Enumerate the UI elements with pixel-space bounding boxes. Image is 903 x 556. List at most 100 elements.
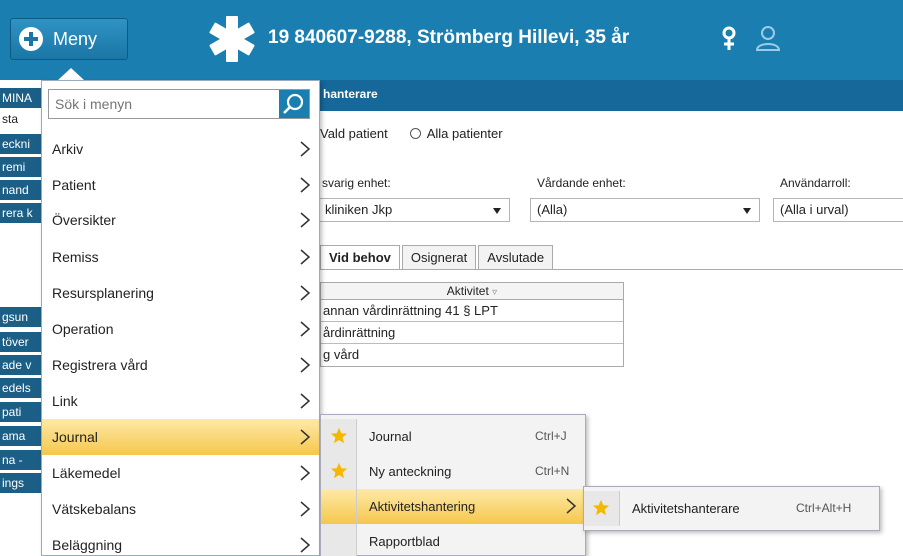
table-row[interactable]: g vård <box>321 344 623 366</box>
chevron-right-icon <box>300 357 311 373</box>
menu-item-lakemedel[interactable]: Läkemedel <box>42 455 319 491</box>
left-nav-item[interactable]: remi <box>0 157 42 177</box>
star-icon <box>330 427 348 444</box>
submenu-label: Journal <box>369 429 412 444</box>
chevron-right-icon <box>300 212 311 228</box>
activity-grid: Aktivitet ▿ annan vårdinrättning 41 § LP… <box>320 282 624 367</box>
menu-item-registrera-vard[interactable]: Registrera vård <box>42 347 319 383</box>
anvandarroll-value: (Alla i urval) <box>780 202 849 217</box>
left-nav-item[interactable]: ade v <box>0 355 42 375</box>
radio-vald-patient[interactable]: Vald patient <box>320 126 388 141</box>
left-nav-item[interactable]: nand <box>0 180 42 200</box>
radio-vald-patient-label: Vald patient <box>320 126 388 141</box>
vardande-enhet-value: (Alla) <box>537 202 568 217</box>
anvandarroll-select[interactable]: (Alla i urval) <box>773 198 903 222</box>
shortcut-label: Ctrl+Alt+H <box>796 501 852 515</box>
shortcut-label: Ctrl+N <box>535 464 570 478</box>
radio-circle <box>409 128 421 139</box>
left-nav-strip: MINA sta eckni remi nand rera k gsun töv… <box>0 80 42 556</box>
menu-button[interactable]: Meny <box>10 18 128 60</box>
menu-item-label: Översikter <box>52 212 116 228</box>
main-menu-dropdown: Arkiv Patient Översikter Remiss Resurspl… <box>41 80 320 556</box>
female-icon[interactable] <box>721 26 737 52</box>
left-nav-item[interactable]: pati <box>0 402 42 422</box>
left-nav-item[interactable]: sta <box>0 109 42 129</box>
menu-item-label: Patient <box>52 177 96 193</box>
menu-item-oversikter[interactable]: Översikter <box>42 202 319 238</box>
sort-icon: ▿ <box>492 287 498 298</box>
submenu-item-rapportblad[interactable]: Rapportblad <box>321 524 585 556</box>
menu-item-operation[interactable]: Operation <box>42 311 319 347</box>
submenu-label: Rapportblad <box>369 534 440 549</box>
left-nav-item[interactable]: rera k <box>0 203 42 223</box>
activity-tabs: Vid behov Osignerat Avslutade <box>320 245 555 269</box>
icon-column <box>321 454 357 489</box>
menu-item-label: Beläggning <box>52 537 123 553</box>
ansvarig-enhet-label: svarig enhet: <box>322 176 391 190</box>
icon-column <box>321 524 357 556</box>
menu-item-vatskebalans[interactable]: Vätskebalans <box>42 491 319 527</box>
vardande-enhet-select[interactable]: (Alla) <box>530 198 760 222</box>
patient-filter-radios: Vald patient Alla patienter <box>320 126 503 141</box>
menu-item-label: Arkiv <box>52 141 84 157</box>
chevron-right-icon <box>300 501 311 517</box>
menu-item-label: Läkemedel <box>52 465 121 481</box>
icon-column <box>584 491 620 526</box>
submenu-item-journal[interactable]: Journal Ctrl+J <box>321 419 585 454</box>
table-row[interactable]: annan vårdinrättning 41 § LPT <box>321 300 623 322</box>
menu-item-remiss[interactable]: Remiss <box>42 239 319 275</box>
menu-search-input[interactable] <box>49 90 274 118</box>
medical-star-icon <box>209 16 255 62</box>
shortcut-label: Ctrl+J <box>535 429 567 443</box>
menu-item-resursplanering[interactable]: Resursplanering <box>42 275 319 311</box>
menu-item-label: Vätskebalans <box>52 501 137 517</box>
tab-vid-behov[interactable]: Vid behov <box>320 245 400 269</box>
table-row[interactable]: årdinrättning <box>321 322 623 344</box>
chevron-right-icon <box>300 249 311 265</box>
menu-item-link[interactable]: Link <box>42 383 319 419</box>
left-nav-item[interactable]: MINA <box>0 88 42 108</box>
left-nav-item[interactable]: ings <box>0 473 42 493</box>
patient-info[interactable]: 19 840607-9288, Strömberg Hillevi, 35 år <box>268 27 629 49</box>
left-nav-item[interactable]: na - <box>0 450 42 470</box>
chevron-right-icon <box>300 141 311 157</box>
menu-item-patient[interactable]: Patient <box>42 167 319 203</box>
radio-alla-patienter[interactable]: Alla patienter <box>409 126 503 141</box>
left-nav-item[interactable]: eckni <box>0 134 42 154</box>
icon-column <box>321 489 357 524</box>
user-icon[interactable] <box>755 24 781 52</box>
dropdown-arrow-icon <box>493 208 501 214</box>
tab-avslutade[interactable]: Avslutade <box>478 245 554 269</box>
tab-osignerat[interactable]: Osignerat <box>401 245 477 269</box>
submenu-item-ny-anteckning[interactable]: Ny anteckning Ctrl+N <box>321 454 585 489</box>
content-title: hanterare <box>323 87 378 101</box>
submenu-label: Ny anteckning <box>369 464 452 479</box>
aktivitetshantering-submenu: Aktivitetshanterare Ctrl+Alt+H <box>583 486 880 531</box>
star-icon <box>330 462 348 479</box>
anvandarroll-label: Användarroll: <box>780 176 851 190</box>
chevron-right-icon <box>300 429 311 445</box>
menu-item-label: Operation <box>52 321 114 337</box>
left-nav-item[interactable]: gsun <box>0 307 42 327</box>
chevron-right-icon <box>300 285 311 301</box>
menu-item-arkiv[interactable]: Arkiv <box>42 131 319 167</box>
icon-column <box>321 419 357 454</box>
left-nav-item[interactable]: ama <box>0 426 42 446</box>
left-nav-item[interactable]: edels <box>0 378 42 398</box>
submenu-item-aktivitetshanterare[interactable]: Aktivitetshanterare Ctrl+Alt+H <box>584 491 879 526</box>
menu-item-label: Registrera vård <box>52 357 148 373</box>
menu-item-label: Journal <box>52 429 98 445</box>
dropdown-arrow-icon <box>743 208 751 214</box>
grid-header-aktivitet[interactable]: Aktivitet ▿ <box>321 283 623 300</box>
vardande-enhet-label: Vårdande enhet: <box>537 176 626 190</box>
submenu-label: Aktivitetshanterare <box>632 501 740 516</box>
menu-item-belaggning[interactable]: Beläggning <box>42 527 319 556</box>
menu-caret <box>58 68 84 80</box>
menu-item-journal[interactable]: Journal <box>42 419 319 455</box>
submenu-item-aktivitetshantering[interactable]: Aktivitetshantering <box>321 489 585 524</box>
ansvarig-enhet-select[interactable]: kliniken Jkp <box>318 198 510 222</box>
left-nav-item[interactable]: töver <box>0 332 42 352</box>
search-button[interactable] <box>279 90 309 118</box>
submenu-label: Aktivitetshantering <box>369 499 476 514</box>
menu-search-box <box>48 89 310 119</box>
